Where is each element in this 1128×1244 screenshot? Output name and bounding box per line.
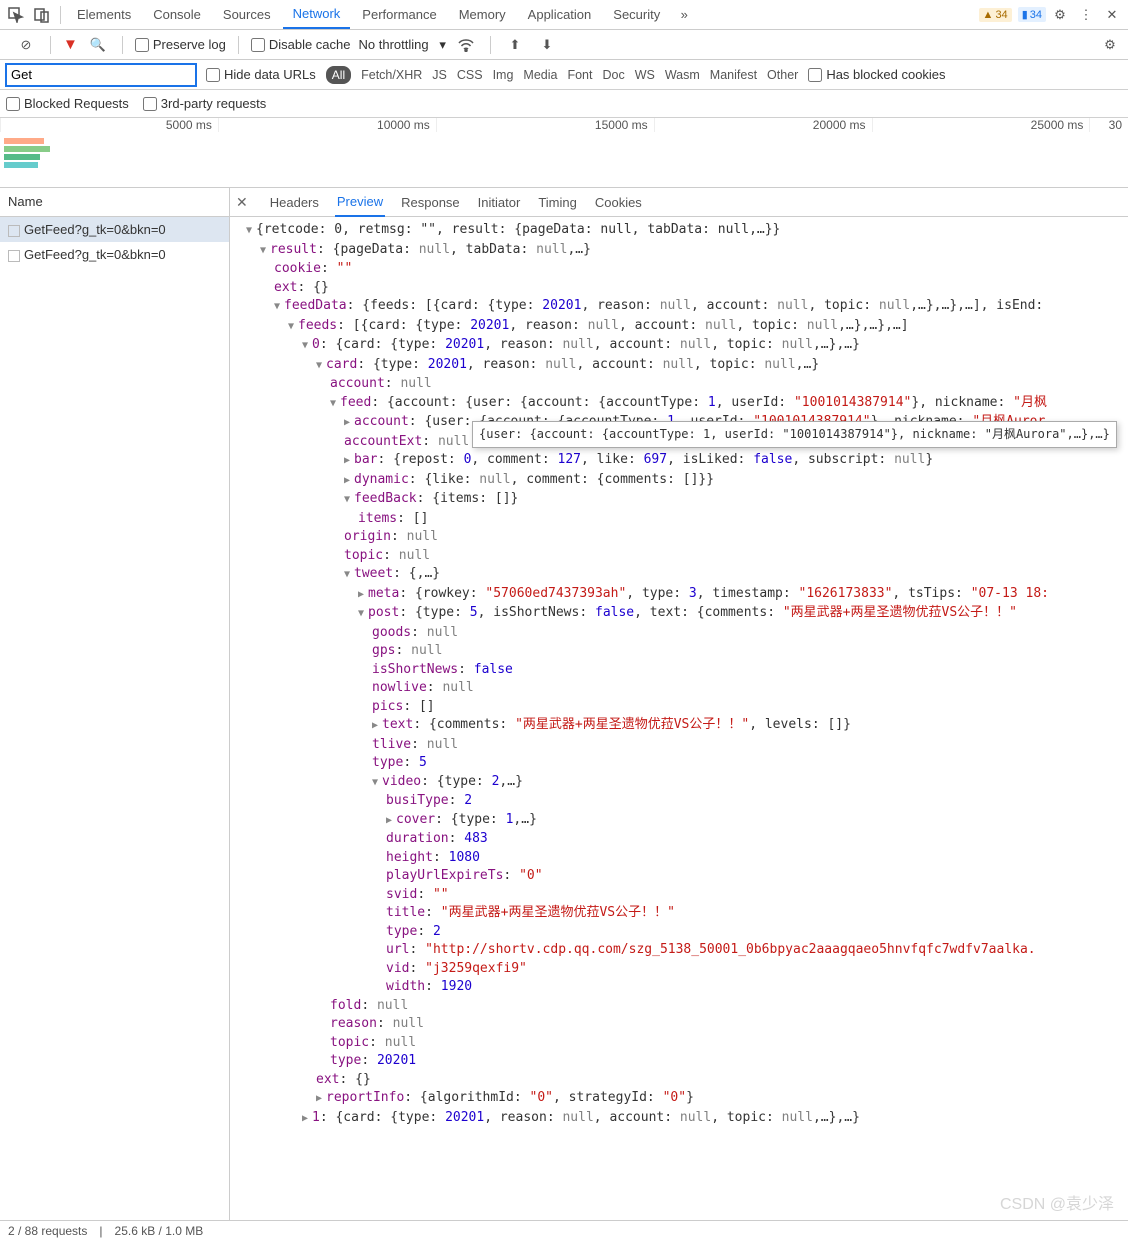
has-blocked-cookies-checkbox[interactable]: Has blocked cookies [808, 67, 945, 82]
status-bar: 2 / 88 requests | 25.6 kB / 1.0 MB [0, 1220, 1128, 1244]
tab-security[interactable]: Security [603, 1, 670, 28]
devtools-tabbar: Elements Console Sources Network Perform… [0, 0, 1128, 30]
tab-preview[interactable]: Preview [335, 188, 385, 217]
search-icon[interactable]: 🔍 [86, 33, 110, 57]
filter-img[interactable]: Img [493, 68, 514, 82]
request-list: Name GetFeed?g_tk=0&bkn=0 GetFeed?g_tk=0… [0, 188, 230, 1220]
separator [60, 6, 61, 24]
request-row[interactable]: GetFeed?g_tk=0&bkn=0 [0, 242, 229, 267]
tab-timing[interactable]: Timing [536, 189, 579, 216]
close-detail-icon[interactable]: ✕ [236, 194, 248, 211]
upload-icon[interactable]: ⬆ [503, 33, 527, 57]
download-icon[interactable]: ⬇ [535, 33, 559, 57]
tab-elements[interactable]: Elements [67, 1, 141, 28]
tab-initiator[interactable]: Initiator [476, 189, 523, 216]
filter-bar: Hide data URLs All Fetch/XHR JS CSS Img … [0, 60, 1128, 90]
timeline-overview[interactable]: 5000 ms10000 ms15000 ms 20000 ms25000 ms… [0, 118, 1128, 188]
kebab-icon[interactable]: ⋮ [1074, 3, 1098, 27]
device-toggle-icon[interactable] [30, 3, 54, 27]
settings-icon[interactable]: ⚙ [1098, 33, 1122, 57]
gear-icon[interactable]: ⚙ [1048, 3, 1072, 27]
detail-pane: ✕ Headers Preview Response Initiator Tim… [230, 188, 1128, 1220]
tab-application[interactable]: Application [518, 1, 602, 28]
filter-manifest[interactable]: Manifest [710, 68, 757, 82]
network-toolbar: ⊘ ▼ 🔍 Preserve log Disable cache No thro… [0, 30, 1128, 60]
hide-data-urls-checkbox[interactable]: Hide data URLs [206, 67, 316, 82]
status-requests: 2 / 88 requests [8, 1224, 87, 1241]
blocked-requests-checkbox[interactable]: Blocked Requests [6, 96, 129, 111]
filter-fetchxhr[interactable]: Fetch/XHR [361, 68, 422, 82]
tab-headers[interactable]: Headers [268, 189, 321, 216]
request-row[interactable]: GetFeed?g_tk=0&bkn=0 [0, 217, 229, 242]
tab-response[interactable]: Response [399, 189, 462, 216]
preserve-log-checkbox[interactable]: Preserve log [135, 37, 226, 52]
more-tabs-icon[interactable]: » [672, 3, 696, 27]
filter-media[interactable]: Media [523, 68, 557, 82]
filter-all[interactable]: All [326, 66, 351, 84]
filter-toggle-icon[interactable]: ▼ [63, 36, 78, 53]
filter-other[interactable]: Other [767, 68, 798, 82]
filter-css[interactable]: CSS [457, 68, 483, 82]
status-size: 25.6 kB / 1.0 MB [115, 1224, 204, 1241]
main-split: Name GetFeed?g_tk=0&bkn=0 GetFeed?g_tk=0… [0, 188, 1128, 1220]
json-preview[interactable]: ▼{retcode: 0, retmsg: "", result: {pageD… [230, 217, 1128, 1220]
filter-bar-2: Blocked Requests 3rd-party requests [0, 90, 1128, 118]
tab-performance[interactable]: Performance [352, 1, 446, 28]
hover-tooltip: {user: {account: {accountType: 1, userId… [472, 421, 1117, 448]
timeline-bars [4, 138, 50, 168]
inspect-icon[interactable] [4, 3, 28, 27]
filter-font[interactable]: Font [567, 68, 592, 82]
clear-button[interactable]: ⊘ [14, 33, 38, 57]
tab-memory[interactable]: Memory [449, 1, 516, 28]
filter-ws[interactable]: WS [635, 68, 655, 82]
wifi-icon[interactable] [454, 33, 478, 57]
info-badge[interactable]: ▮ 34 [1018, 7, 1046, 22]
warning-badge[interactable]: ▲ 34 [979, 8, 1012, 22]
tab-cookies[interactable]: Cookies [593, 189, 644, 216]
timeline-ticks: 5000 ms10000 ms15000 ms 20000 ms25000 ms… [0, 118, 1128, 132]
tab-console[interactable]: Console [143, 1, 211, 28]
filter-input[interactable] [6, 64, 196, 86]
detail-tabbar: ✕ Headers Preview Response Initiator Tim… [230, 188, 1128, 217]
filter-js[interactable]: JS [432, 68, 447, 82]
close-icon[interactable]: ✕ [1100, 3, 1124, 27]
third-party-checkbox[interactable]: 3rd-party requests [143, 96, 267, 111]
name-column-header[interactable]: Name [0, 188, 229, 217]
throttling-select[interactable]: No throttling ▾ [359, 37, 446, 53]
filter-wasm[interactable]: Wasm [665, 68, 700, 82]
filter-doc[interactable]: Doc [602, 68, 624, 82]
tab-network[interactable]: Network [283, 0, 351, 29]
tab-sources[interactable]: Sources [213, 1, 281, 28]
disable-cache-checkbox[interactable]: Disable cache [251, 37, 351, 52]
